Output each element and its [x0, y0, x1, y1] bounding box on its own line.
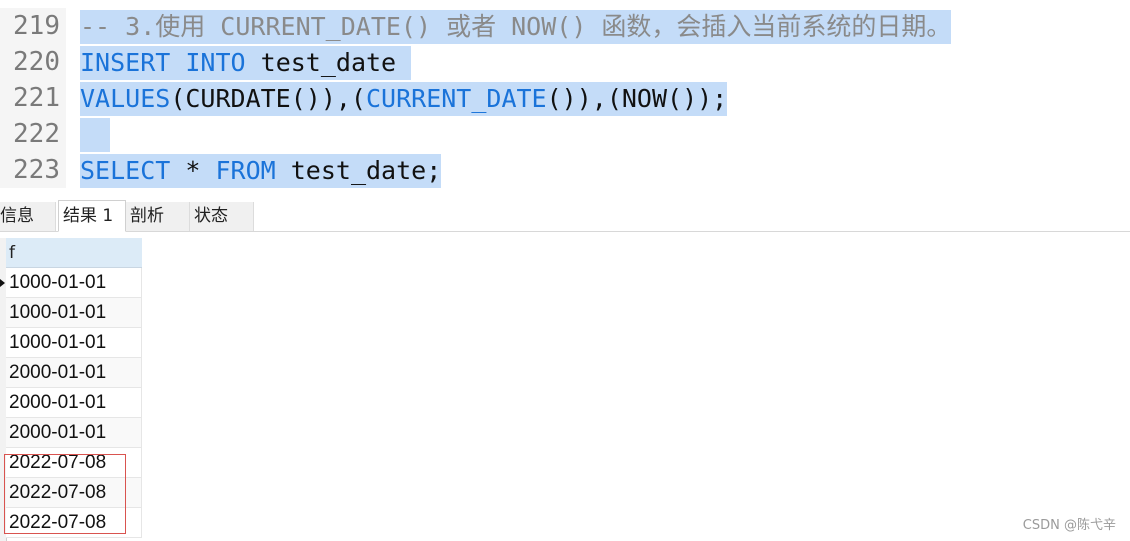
code-token: test_date; [275, 156, 442, 185]
tab-profile[interactable]: 剖析 [126, 202, 190, 231]
sql-comment: -- 3.使用 CURRENT_DATE() 或者 NOW() 函数，会插入当前… [80, 12, 952, 41]
sql-keyword: INSERT [80, 48, 171, 77]
table-cell[interactable]: 2000-01-01 [6, 388, 142, 418]
code-line[interactable]: 219 -- 3.使用 CURRENT_DATE() 或者 NOW() 函数，会… [0, 8, 1130, 44]
sql-keyword: VALUES [80, 84, 171, 113]
code-token: * [170, 156, 216, 185]
code-line[interactable]: 222 [0, 116, 1130, 152]
tab-info[interactable]: 信息 [0, 202, 56, 231]
code-text[interactable]: -- 3.使用 CURRENT_DATE() 或者 NOW() 函数，会插入当前… [80, 10, 952, 44]
code-text[interactable]: VALUES(CURDATE()),(CURRENT_DATE()),(NOW(… [80, 82, 728, 116]
code-text[interactable] [80, 118, 111, 152]
code-text[interactable]: SELECT * FROM test_date; [80, 154, 442, 188]
line-number: 219 [0, 8, 66, 44]
watermark: CSDN @陈弋辛 [1022, 518, 1116, 533]
column-header-f[interactable]: f [6, 238, 142, 268]
line-number: 221 [0, 80, 66, 116]
line-number: 222 [0, 116, 66, 152]
sql-keyword: INTO [185, 48, 246, 77]
table-cell[interactable]: 1000-01-01 [6, 328, 142, 358]
code-token: (CURDATE()),( [170, 84, 366, 113]
table-cell[interactable]: 2022-07-08 [6, 448, 142, 478]
result-tab-bar: 信息 结果 1 剖析 状态 [0, 200, 1130, 232]
code-token: ()),(NOW()); [546, 84, 728, 113]
code-line[interactable]: 223 SELECT * FROM test_date; [0, 152, 1130, 188]
sql-keyword: CURRENT_DATE [365, 84, 547, 113]
code-line[interactable]: 221 VALUES(CURDATE()),(CURRENT_DATE()),(… [0, 80, 1130, 116]
table-cell[interactable]: 2022-07-08 [6, 508, 142, 538]
table-cell[interactable]: 2000-01-01 [6, 358, 142, 388]
line-number: 220 [0, 44, 66, 80]
table-cell[interactable]: 1000-01-01 [6, 298, 142, 328]
code-token: test_date [245, 48, 412, 77]
table-cell[interactable]: 1000-01-01 [6, 268, 142, 298]
line-number: 223 [0, 152, 66, 188]
table-cell[interactable]: 2022-07-08 [6, 478, 142, 508]
current-row-arrow-icon [0, 279, 5, 287]
result-grid[interactable]: f 1000-01-01 1000-01-01 1000-01-01 2000-… [0, 238, 142, 541]
table-cell[interactable]: 2000-01-01 [6, 418, 142, 448]
code-text[interactable]: INSERT INTO test_date [80, 46, 412, 80]
tab-result-1[interactable]: 结果 1 [58, 200, 126, 232]
sql-keyword: FROM [215, 156, 276, 185]
code-line[interactable]: 220 INSERT INTO test_date [0, 44, 1130, 80]
tab-status[interactable]: 状态 [190, 202, 254, 231]
sql-editor[interactable]: 219 -- 3.使用 CURRENT_DATE() 或者 NOW() 函数，会… [0, 0, 1130, 196]
sql-keyword: SELECT [80, 156, 171, 185]
